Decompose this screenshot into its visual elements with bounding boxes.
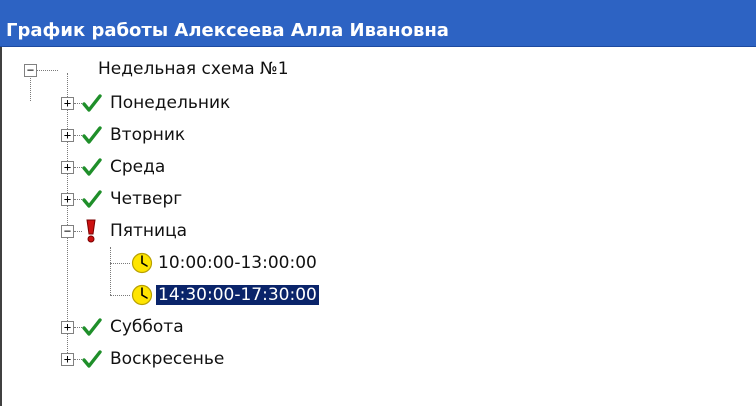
expand-toggle[interactable]: + (61, 193, 74, 206)
tree-connector (110, 295, 130, 296)
tree-connector (74, 103, 82, 104)
check-icon (82, 318, 102, 336)
tree-node-interval[interactable]: 10:00:00-13:00:00 (2, 247, 402, 279)
check-icon (82, 126, 102, 144)
tree-node-monday[interactable]: + Понедельник (2, 87, 402, 119)
tree-node-label: Недельная схема №1 (98, 59, 289, 79)
tree-node-label: Вторник (110, 125, 186, 145)
tree-node-thursday[interactable]: + Четверг (2, 183, 402, 215)
clock-icon (131, 252, 153, 274)
tree-node-interval-selected[interactable]: 14:30:00-17:30:00 (2, 279, 402, 311)
tree-node-label: 14:30:00-17:30:00 (155, 284, 320, 306)
window-titlebar: График работы Алексеева Алла Ивановна (0, 0, 756, 47)
expand-toggle[interactable]: + (61, 97, 74, 110)
tree-node-label: Четверг (110, 189, 183, 209)
expand-toggle[interactable]: + (61, 353, 74, 366)
tree-node-saturday[interactable]: + Суббота (2, 311, 402, 343)
check-icon (82, 350, 102, 368)
tree-connector (74, 231, 82, 232)
tree-node-label: 10:00:00-13:00:00 (158, 253, 317, 273)
tree-node-label: Понедельник (110, 93, 231, 113)
tree-node-friday[interactable]: − Пятница (2, 215, 402, 247)
check-icon (82, 158, 102, 176)
check-icon (82, 190, 102, 208)
exclamation-icon (86, 219, 96, 243)
expand-toggle[interactable]: + (61, 161, 74, 174)
collapse-toggle[interactable]: − (24, 64, 37, 77)
tree-connector (74, 327, 82, 328)
clock-icon (131, 284, 153, 306)
tree-connector (74, 359, 82, 360)
tree-node-wednesday[interactable]: + Среда (2, 151, 402, 183)
tree-connector (74, 167, 82, 168)
tree-connector (74, 199, 82, 200)
tree-node-label: Суббота (110, 317, 184, 337)
tree-node-label: Среда (110, 157, 166, 177)
collapse-toggle[interactable]: − (61, 225, 74, 238)
schedule-tree-panel[interactable]: − Недельная схема №1 + Понедельник + Вто… (0, 47, 756, 406)
tree-connector (74, 135, 82, 136)
tree-node-root[interactable]: − Недельная схема №1 (2, 55, 402, 87)
tree-node-label: Воскресенье (110, 349, 225, 369)
expand-toggle[interactable]: + (61, 129, 74, 142)
tree-node-tuesday[interactable]: + Вторник (2, 119, 402, 151)
tree-connector (110, 263, 130, 264)
expand-toggle[interactable]: + (61, 321, 74, 334)
tree-node-label: Пятница (110, 221, 188, 241)
window-title: График работы Алексеева Алла Ивановна (6, 20, 449, 41)
tree-node-sunday[interactable]: + Воскресенье (2, 343, 402, 375)
check-icon (82, 94, 102, 112)
